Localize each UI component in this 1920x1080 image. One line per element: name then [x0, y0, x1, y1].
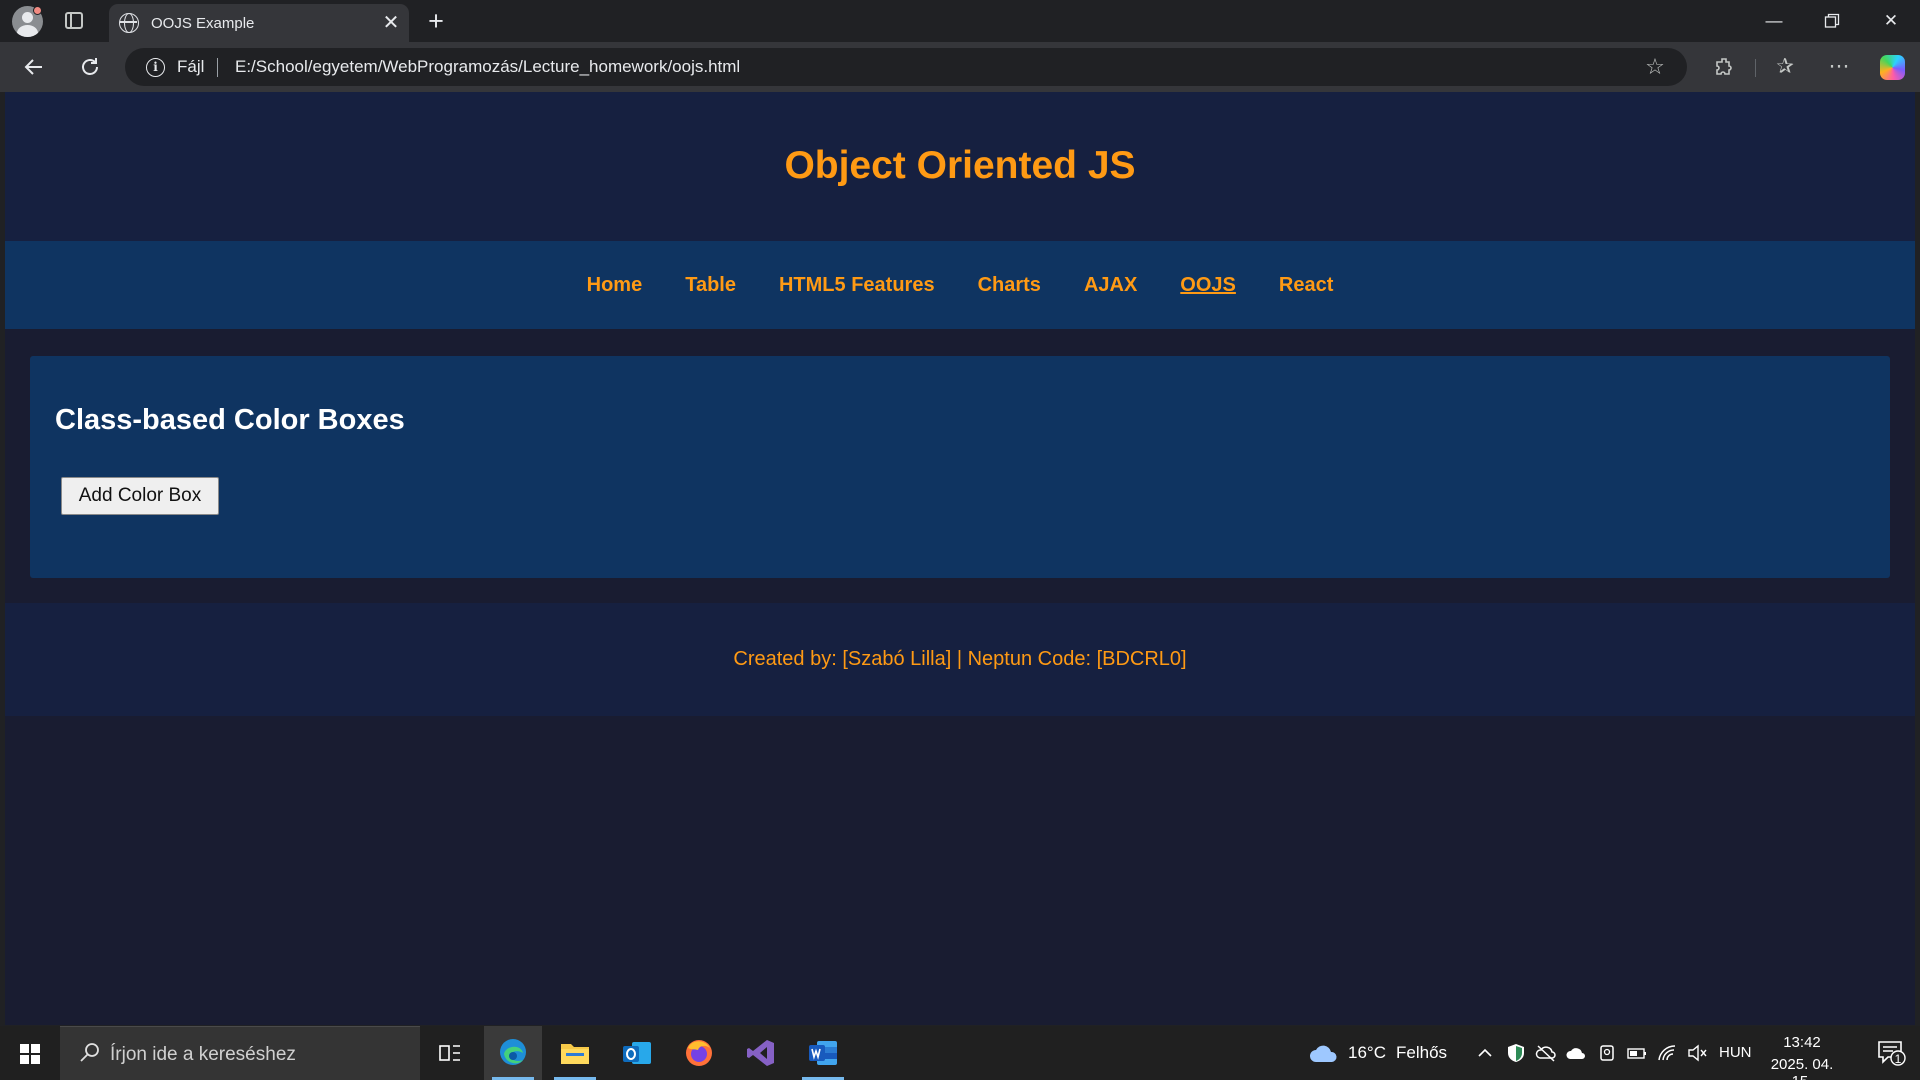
outlook-icon: [623, 1042, 651, 1064]
reload-icon[interactable]: [73, 50, 107, 84]
onedrive-offline-icon[interactable]: [1535, 1042, 1557, 1064]
browser-toolbar: i Fájl E:/School/egyetem/WebProgramozás/…: [0, 42, 1920, 92]
word-icon: [809, 1041, 837, 1065]
browser-tab[interactable]: OOJS Example ✕: [109, 4, 409, 42]
address-url[interactable]: E:/School/egyetem/WebProgramozás/Lecture…: [235, 57, 740, 77]
web-page: Object Oriented JS Home Table HTML5 Feat…: [5, 92, 1915, 1025]
weather-description[interactable]: Felhős: [1396, 1043, 1447, 1063]
profile-notification-dot: [33, 6, 42, 15]
visual-studio-button[interactable]: [732, 1026, 790, 1080]
edge-icon: [500, 1039, 526, 1065]
file-explorer-button[interactable]: [546, 1026, 604, 1080]
globe-icon: [119, 13, 139, 33]
task-view-icon: [439, 1045, 460, 1061]
extensions-icon[interactable]: [1708, 50, 1742, 84]
new-tab-icon[interactable]: +: [421, 4, 451, 38]
clock-time[interactable]: 13:42: [1760, 1034, 1844, 1051]
defender-shield-icon[interactable]: [1505, 1042, 1527, 1064]
speaker-muted-icon[interactable]: [1686, 1042, 1708, 1064]
search-placeholder: Írjon ide a kereséshez: [110, 1044, 296, 1065]
tab-title: OOJS Example: [151, 15, 255, 32]
close-window-icon[interactable]: ✕: [1862, 0, 1920, 42]
firefox-icon: [686, 1040, 712, 1066]
edge-taskbar-button[interactable]: [484, 1026, 542, 1080]
toolbar-divider: [1755, 59, 1756, 77]
input-language[interactable]: HUN: [1719, 1044, 1752, 1061]
site-info-icon[interactable]: i: [146, 58, 165, 77]
battery-icon[interactable]: [1626, 1042, 1648, 1064]
restore-icon[interactable]: [1803, 0, 1861, 42]
clock-date[interactable]: 2025. 04. 15.: [1760, 1056, 1844, 1080]
browser-tab-strip: OOJS Example ✕ + — ✕: [0, 0, 1920, 42]
show-hidden-icons-chevron-up-icon[interactable]: [1474, 1042, 1496, 1064]
color-boxes-section: Class-based Color Boxes Add Color Box: [30, 356, 1890, 578]
nav-link-charts[interactable]: Charts: [978, 274, 1041, 297]
site-header: Object Oriented JS: [5, 92, 1915, 241]
file-explorer-icon: [561, 1044, 589, 1064]
notification-count: 1: [1894, 1052, 1902, 1066]
address-scheme: Fájl: [177, 57, 205, 76]
task-view-button[interactable]: [421, 1026, 479, 1080]
firefox-button[interactable]: [670, 1026, 728, 1080]
site-navigation: Home Table HTML5 Features Charts AJAX OO…: [5, 241, 1915, 329]
tab-actions-icon[interactable]: [65, 12, 83, 29]
footer-credits: Created by: [Szabó Lilla] | Neptun Code:…: [733, 648, 1187, 670]
favorites-icon[interactable]: ✰: [1768, 50, 1802, 84]
site-footer: Created by: [Szabó Lilla] | Neptun Code:…: [5, 603, 1915, 716]
wifi-icon[interactable]: [1656, 1042, 1678, 1064]
address-separator: [217, 58, 218, 77]
windows-taskbar: Írjon ide a kereséshez 16°C Felhős HUN 1…: [0, 1026, 1920, 1080]
nav-link-react[interactable]: React: [1279, 274, 1333, 297]
add-color-box-button[interactable]: Add Color Box: [61, 477, 219, 515]
nav-link-html5-features[interactable]: HTML5 Features: [779, 274, 935, 297]
nav-link-home[interactable]: Home: [587, 274, 643, 297]
network-cloud-icon[interactable]: [1565, 1042, 1587, 1064]
weather-temperature[interactable]: 16°C: [1348, 1043, 1386, 1063]
meet-now-icon[interactable]: [1596, 1042, 1618, 1064]
notification-center-button[interactable]: 1: [1862, 1026, 1920, 1080]
start-button[interactable]: [0, 1026, 58, 1080]
visual-studio-icon: [747, 1040, 774, 1066]
address-bar[interactable]: i Fájl E:/School/egyetem/WebProgramozás/…: [125, 48, 1687, 86]
word-button[interactable]: [794, 1026, 852, 1080]
copilot-icon[interactable]: [1880, 55, 1905, 80]
search-icon: [80, 1043, 99, 1062]
nav-link-oojs[interactable]: OOJS: [1180, 274, 1236, 297]
nav-link-ajax[interactable]: AJAX: [1084, 274, 1137, 297]
nav-link-table[interactable]: Table: [685, 274, 736, 297]
favorite-star-icon[interactable]: ☆: [1640, 52, 1670, 82]
page-title: Object Oriented JS: [784, 144, 1136, 187]
outlook-button[interactable]: [608, 1026, 666, 1080]
back-icon[interactable]: [17, 50, 51, 84]
minimize-icon[interactable]: —: [1745, 0, 1803, 42]
nav-list: Home Table HTML5 Features Charts AJAX OO…: [5, 241, 1915, 329]
more-menu-icon[interactable]: ⋯: [1822, 50, 1856, 84]
windows-logo-icon: [20, 1044, 40, 1064]
cloud-weather-icon[interactable]: [1308, 1042, 1340, 1064]
section-heading: Class-based Color Boxes: [55, 404, 405, 436]
tab-close-icon[interactable]: ✕: [379, 11, 403, 35]
taskbar-search[interactable]: Írjon ide a kereséshez: [60, 1026, 420, 1080]
